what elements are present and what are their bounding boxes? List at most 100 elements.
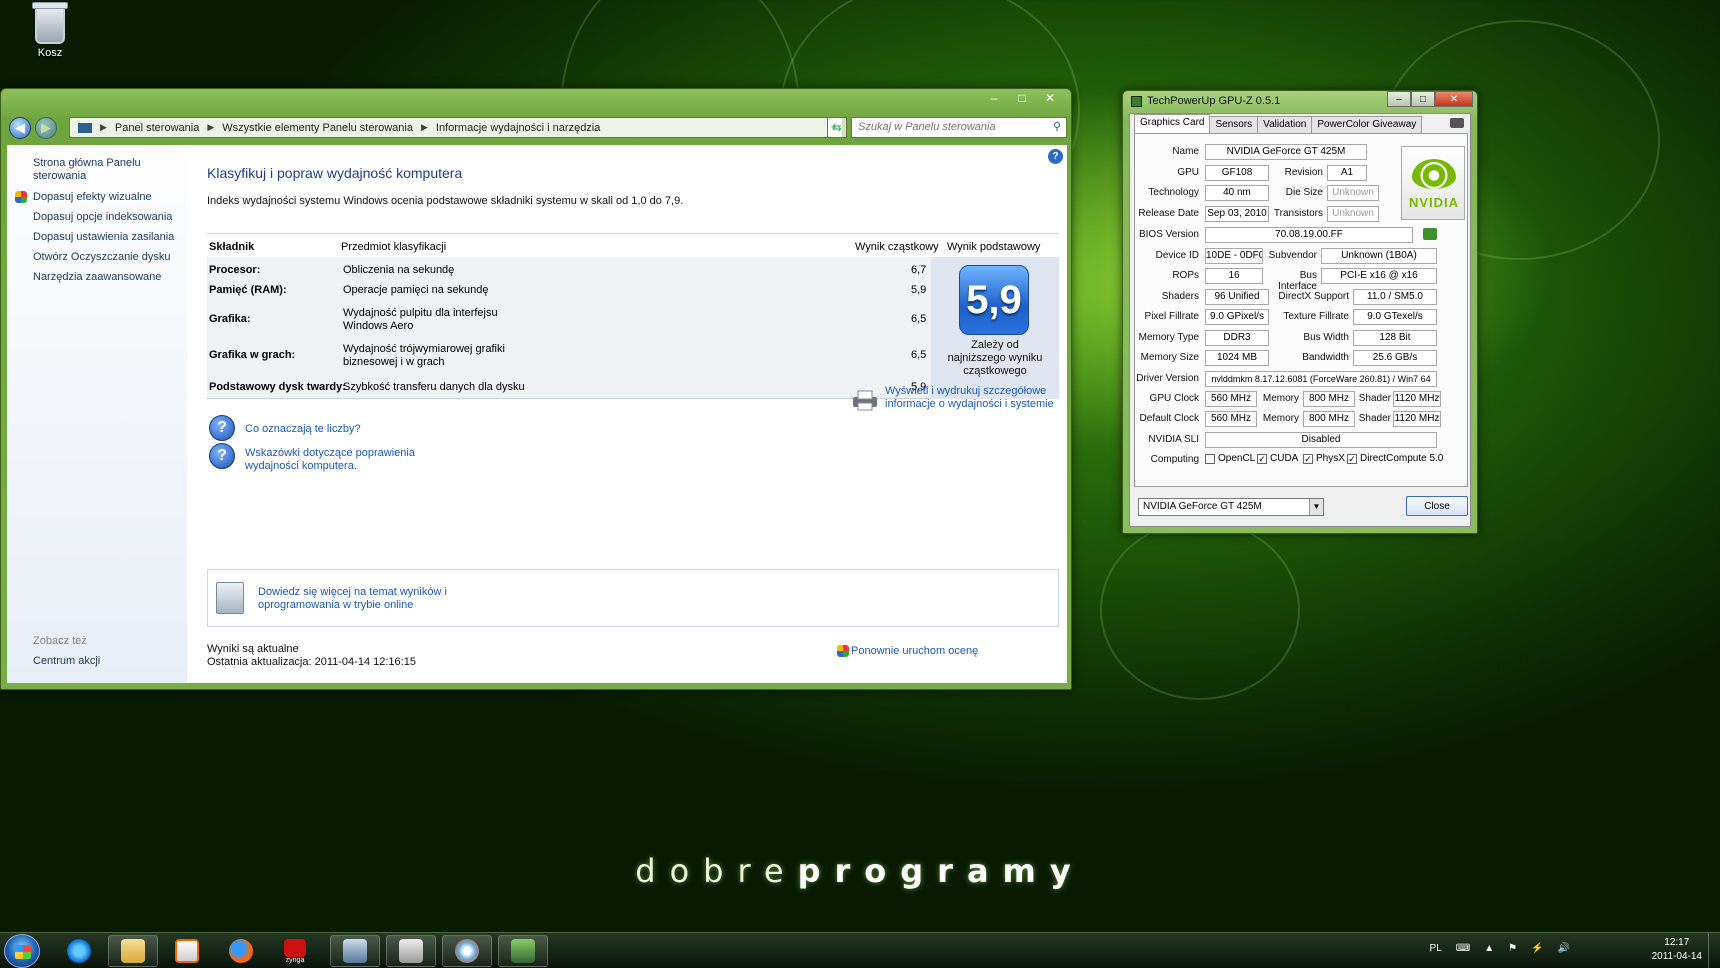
sidebar-link-disk-cleanup[interactable]: Otwórz Oczyszczanie dysku [33,251,183,264]
taskbar-gpuz[interactable] [498,935,548,967]
action-center-flag-icon[interactable]: ⚑ [1508,943,1517,954]
clock[interactable]: 12:17 2011-04-14 [1652,936,1702,964]
label-driver-version: Driver Version [1136,373,1199,384]
breadcrumb-item[interactable]: Wszystkie elementy Panelu sterowania [222,122,413,134]
checkbox-directcompute[interactable]: ✓ DirectCompute 5.0 [1347,453,1443,464]
learn-more-online-link[interactable]: Dowiedz się więcej na temat wyników i op… [258,586,458,612]
graphics-card-panel: Name NVIDIA GeForce GT 425M GPU GF108 Re… [1134,133,1468,487]
search-input[interactable] [858,121,1038,133]
value-bandwidth: 25.6 GB/s [1353,350,1437,366]
language-indicator[interactable]: PL [1430,943,1442,954]
gpuz-minimize-button[interactable]: – [1387,91,1411,107]
sidebar-link-visual-effects[interactable]: Dopasuj efekty wizualne [33,191,183,204]
close-button[interactable]: ✕ [1037,89,1063,107]
tab-sensors[interactable]: Sensors [1209,116,1259,133]
screenshot-camera-icon[interactable] [1450,118,1464,128]
gpuz-maximize-button[interactable]: □ [1411,91,1435,107]
value-transistors: Unknown [1327,206,1379,222]
taskbar-calculator[interactable] [386,935,436,967]
chevron-down-icon[interactable]: ▼ [1309,499,1323,515]
gpuz-close-button[interactable]: Close [1406,496,1468,516]
checkbox-cuda[interactable]: ✓ CUDA [1257,453,1298,464]
label-gpu-clock: GPU Clock [1149,393,1199,404]
value-rops: 16 [1205,268,1263,284]
tab-powercolor-giveaway[interactable]: PowerColor Giveaway [1311,116,1423,133]
question-icon: ? [209,443,235,469]
search-box[interactable]: ⚲ [851,117,1067,138]
gpuz-close-icon[interactable]: ✕ [1435,91,1473,107]
row-component: Grafika w grach: [209,349,296,361]
value-revision: A1 [1327,165,1367,181]
breadcrumb-item[interactable]: Informacje wydajności i narzędzia [436,122,600,134]
show-desktop-button[interactable] [1708,933,1720,968]
back-button[interactable]: ◀ [9,117,31,139]
label-texture-fillrate: Texture Fillrate [1283,311,1349,322]
value-bios-version: 70.08.19.00.FF [1205,227,1413,243]
print-details-link[interactable]: Wyświetl i wydrukuj szczegółowe informac… [885,385,1065,411]
checkbox-physx-mark[interactable]: ✓ [1303,453,1313,464]
results-current: Wyniki są aktualne [207,643,299,655]
what-numbers-link[interactable]: Co oznaczają te liczby? [245,423,361,436]
bios-save-icon[interactable] [1423,228,1437,240]
search-icon[interactable]: ⚲ [1053,120,1061,133]
help-icon[interactable]: ? [1048,149,1063,164]
value-shaders: 96 Unified [1205,289,1269,305]
label-transistors: Transistors [1273,208,1323,219]
tab-graphics-card[interactable]: Graphics Card [1134,114,1211,133]
keyboard-icon[interactable]: ⌨ [1456,943,1470,954]
show-hidden-icons-icon[interactable]: ▲ [1484,943,1494,954]
zynga-label: zynga [285,956,305,964]
checkbox-physx[interactable]: ✓ PhysX [1303,453,1345,464]
checkbox-opencl-mark[interactable] [1205,453,1215,464]
sidebar-link-indexing[interactable]: Dopasuj opcje indeksowania [33,211,183,224]
label-name: Name [1172,146,1199,157]
forward-button[interactable]: ▶ [35,117,57,139]
gpuz-window: TechPowerUp GPU-Z 0.5.1 – □ ✕ Graphics C… [1122,90,1478,534]
taskbar-zynga[interactable]: zynga [270,935,320,967]
main-content: ? Klasyfikuj i popraw wydajność komputer… [187,145,1067,683]
minimize-button[interactable]: – [981,89,1007,107]
sidebar-link-power[interactable]: Dopasuj ustawienia zasilania [33,231,183,244]
row-score: 5,9 [911,284,927,296]
value-default-memory: 800 MHz [1303,411,1355,427]
checkbox-opencl[interactable]: OpenCL [1205,453,1255,464]
refresh-icon[interactable]: ⇆ [827,117,847,138]
tab-validation[interactable]: Validation [1257,116,1313,133]
software-box-icon [216,582,244,614]
checkbox-directcompute-mark[interactable]: ✓ [1347,453,1357,464]
row-subject: Operacje pamięci na sekundę [343,284,489,296]
label-die-size: Die Size [1285,187,1323,198]
gpuz-icon [511,939,535,963]
improvement-tips-link[interactable]: Wskazówki dotyczące poprawienia wydajnoś… [245,447,425,473]
taskbar-internet-explorer[interactable] [54,935,104,967]
nvidia-logo-text: NVIDIA [1408,195,1460,210]
sidebar-link-advanced-tools[interactable]: Narzędzia zaawansowane [33,271,183,284]
shield-icon [15,191,27,203]
card-select[interactable]: NVIDIA GeForce GT 425M ▼ [1138,498,1324,516]
start-button[interactable] [4,934,40,968]
row-subject: Szybkość transferu danych dla dysku [343,381,525,393]
recycle-bin[interactable]: Kosz [28,2,72,59]
label-rops: ROPs [1172,270,1199,281]
label-default-clock: Default Clock [1139,413,1199,424]
taskbar-paint[interactable] [442,935,492,967]
firefox-icon [229,939,253,963]
sidebar-link-action-center[interactable]: Centrum akcji [33,655,183,668]
power-icon[interactable]: ⚡ [1531,943,1543,954]
recycle-bin-icon [32,2,68,44]
taskbar-media-player[interactable] [162,935,212,967]
maximize-button[interactable]: □ [1009,89,1035,107]
value-die-size: Unknown [1327,185,1379,201]
rerun-assessment-link[interactable]: Ponownie uruchom ocenę [851,645,978,658]
taskbar-performance[interactable] [330,935,380,967]
volume-icon[interactable]: 🔊 [1558,943,1570,954]
label-directx: DirectX Support [1278,291,1349,302]
address-bar[interactable]: ▶ Panel sterowania ▶ Wszystkie elementy … [69,117,843,138]
recycle-bin-label: Kosz [37,47,63,59]
sidebar-home-link[interactable]: Strona główna Panelu sterowania [33,157,183,183]
breadcrumb-item[interactable]: Panel sterowania [115,122,199,134]
see-also-heading: Zobacz też [33,635,87,647]
checkbox-cuda-mark[interactable]: ✓ [1257,453,1267,464]
taskbar-firefox[interactable] [216,935,266,967]
taskbar-explorer[interactable] [108,935,158,967]
